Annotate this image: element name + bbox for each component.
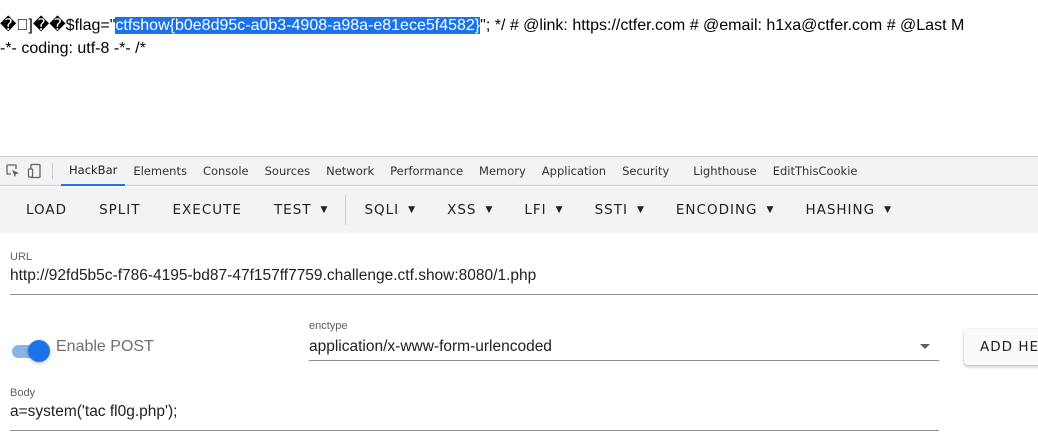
- tab-console[interactable]: Console: [195, 157, 257, 186]
- sqli-menu-button[interactable]: SQLI ▼: [348, 187, 431, 233]
- tab-network[interactable]: Network: [318, 157, 382, 186]
- test-menu-label: TEST: [273, 202, 312, 218]
- tab-bar-divider: [52, 163, 53, 179]
- caret-down-icon: ▼: [884, 205, 892, 215]
- tab-editthiscookie[interactable]: EditThisCookie: [765, 157, 866, 186]
- hashing-menu-button[interactable]: HASHING ▼: [789, 187, 907, 233]
- split-button[interactable]: SPLIT: [83, 187, 156, 233]
- selected-flag-text[interactable]: ctfshow{b0e8d95c-a0b3-4908-a98a-e81ece5f…: [115, 17, 481, 34]
- devtools-tab-bar: HackBar Elements Console Sources Network…: [0, 157, 1038, 186]
- garbled-prefix: � ]��: [0, 17, 66, 34]
- device-toolbar-icon[interactable]: [24, 160, 46, 182]
- hackbar-toolbar: LOAD SPLIT EXECUTE TEST ▼ SQLI ▼ XSS ▼ LFI ▼…: [0, 187, 1038, 233]
- add-header-button[interactable]: ADD HEADER: [964, 329, 1038, 365]
- tab-lighthouse[interactable]: Lighthouse: [685, 157, 764, 186]
- caret-down-icon: ▼: [555, 205, 563, 215]
- page-output: � ]��$flag="ctfshow{b0e8d95c-a0b3-4908-a…: [0, 14, 1038, 60]
- flag-assignment-suffix: "; */ # @link: https://ctfer.com # @emai…: [480, 17, 965, 34]
- page-output-line-2: -*- coding: utf-8 -*- /*: [0, 40, 146, 57]
- caret-down-icon: ▼: [320, 205, 328, 215]
- body-field-label: Body: [10, 387, 36, 399]
- enable-post-label: Enable POST: [56, 338, 154, 355]
- load-button[interactable]: LOAD: [10, 187, 83, 233]
- xss-menu-label: XSS: [447, 202, 477, 218]
- sqli-menu-label: SQLI: [364, 202, 400, 218]
- split-button-label: SPLIT: [99, 202, 141, 218]
- enctype-underline: [309, 360, 939, 361]
- lfi-menu-button[interactable]: LFI ▼: [508, 187, 578, 233]
- inspect-element-icon[interactable]: [2, 160, 24, 182]
- tab-sources[interactable]: Sources: [257, 157, 319, 186]
- tab-hackbar[interactable]: HackBar: [61, 157, 126, 186]
- enctype-label: enctype: [309, 320, 348, 332]
- caret-down-icon: ▼: [485, 205, 493, 215]
- enable-post-toggle[interactable]: [12, 340, 50, 362]
- url-input[interactable]: http://92fd5b5c-f786-4195-bd87-47f157ff7…: [10, 267, 536, 285]
- toolbar-divider: [345, 195, 347, 225]
- ssti-menu-button[interactable]: SSTI ▼: [579, 187, 660, 233]
- caret-down-icon: ▼: [636, 205, 644, 215]
- page-output-line-1: � ]��$flag="ctfshow{b0e8d95c-a0b3-4908-a…: [0, 14, 1038, 37]
- tab-memory[interactable]: Memory: [471, 157, 534, 186]
- load-button-label: LOAD: [26, 202, 68, 218]
- execute-button-label: EXECUTE: [172, 202, 242, 218]
- caret-down-icon: ▼: [766, 205, 774, 215]
- execute-button[interactable]: EXECUTE: [157, 187, 258, 233]
- dropdown-arrow-icon[interactable]: [920, 344, 930, 349]
- lfi-menu-label: LFI: [524, 202, 547, 218]
- enctype-select[interactable]: application/x-www-form-urlencoded: [309, 338, 552, 356]
- url-input-underline: [10, 294, 1038, 295]
- body-input[interactable]: a=system('tac fl0g.php');: [10, 403, 177, 421]
- xss-menu-button[interactable]: XSS ▼: [431, 187, 508, 233]
- devtools-panel: HackBar Elements Console Sources Network…: [0, 156, 1038, 447]
- hashing-menu-label: HASHING: [805, 202, 876, 218]
- body-input-underline: [10, 430, 939, 431]
- tab-application[interactable]: Application: [534, 157, 614, 186]
- ssti-menu-label: SSTI: [594, 202, 628, 218]
- tab-performance[interactable]: Performance: [382, 157, 471, 186]
- tab-elements[interactable]: Elements: [125, 157, 195, 186]
- toggle-knob: [28, 340, 50, 362]
- add-header-label: ADD HEADER: [980, 339, 1038, 355]
- test-menu-button[interactable]: TEST ▼: [258, 187, 344, 233]
- url-field-label: URL: [10, 251, 33, 263]
- flag-assignment-prefix: $flag=": [65, 17, 116, 34]
- encoding-menu-button[interactable]: ENCODING ▼: [660, 187, 790, 233]
- tab-security[interactable]: Security: [614, 157, 677, 186]
- caret-down-icon: ▼: [408, 205, 416, 215]
- encoding-menu-label: ENCODING: [675, 202, 758, 218]
